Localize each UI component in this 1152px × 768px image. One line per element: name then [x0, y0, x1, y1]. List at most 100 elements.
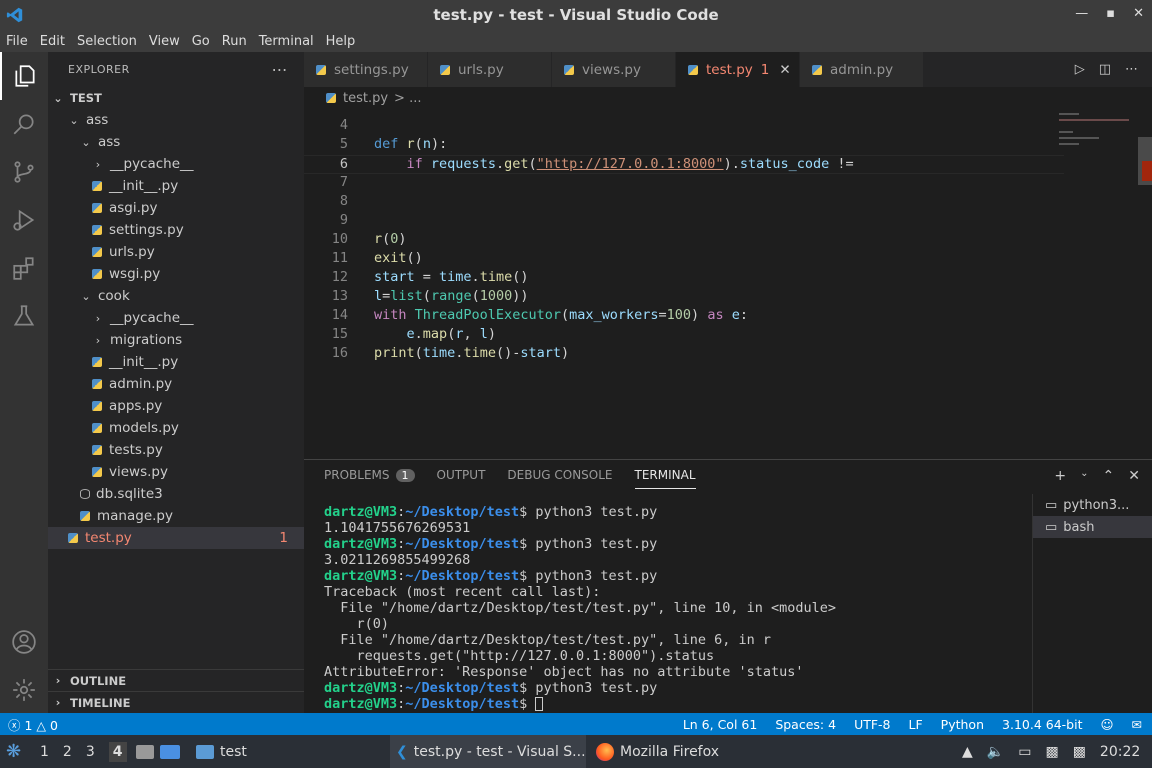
- file-manager-icon[interactable]: [136, 744, 154, 759]
- volume-icon[interactable]: 🔈: [987, 744, 1004, 760]
- problems-status[interactable]: ⓧ 1 △ 0: [8, 715, 58, 734]
- more-actions-icon[interactable]: ⋯: [272, 60, 289, 79]
- tree-item[interactable]: urls.py: [48, 241, 304, 263]
- desktop-icon[interactable]: [160, 744, 180, 759]
- tree-item[interactable]: admin.py: [48, 373, 304, 395]
- cursor-position[interactable]: Ln 6, Col 61: [683, 717, 758, 732]
- language-mode[interactable]: Python: [941, 717, 984, 732]
- terminal-item[interactable]: ▭ bash: [1033, 516, 1152, 538]
- minimap[interactable]: [1055, 109, 1140, 459]
- split-editor-icon[interactable]: ◫: [1099, 62, 1111, 77]
- tab-urls[interactable]: urls.py: [428, 52, 552, 87]
- tree-item[interactable]: asgi.py: [48, 197, 304, 219]
- menu-view[interactable]: View: [143, 34, 186, 49]
- feedback-icon[interactable]: ☺: [1100, 717, 1113, 732]
- code-line: 16 print(time.time()-start): [304, 345, 1064, 364]
- source-control-icon[interactable]: [0, 148, 48, 196]
- close-panel-icon[interactable]: ✕: [1128, 468, 1140, 484]
- tree-item[interactable]: __init__.py: [48, 175, 304, 197]
- tree-item[interactable]: ⌄ ass: [48, 109, 304, 131]
- breadcrumb-rest[interactable]: > ...: [394, 91, 421, 106]
- tab-problems[interactable]: PROBLEMS 1: [324, 468, 415, 489]
- menu-run[interactable]: Run: [216, 34, 253, 49]
- tab-terminal[interactable]: TERMINAL: [634, 468, 696, 489]
- tree-item[interactable]: manage.py: [48, 505, 304, 527]
- explorer-icon[interactable]: [0, 52, 48, 100]
- terminal-output[interactable]: dartz@VM3:~/Desktop/test$ python3 test.p…: [324, 504, 836, 712]
- tree-item[interactable]: wsgi.py: [48, 263, 304, 285]
- python-file-icon: [326, 93, 336, 103]
- new-terminal-icon[interactable]: +: [1054, 468, 1066, 484]
- tree-item[interactable]: ⌄ cook: [48, 285, 304, 307]
- encoding[interactable]: UTF-8: [854, 717, 890, 732]
- clipboard-icon[interactable]: ▭: [1018, 744, 1031, 760]
- tree-item-label: apps.py: [109, 398, 163, 414]
- tree-item[interactable]: views.py: [48, 461, 304, 483]
- clock[interactable]: 20:22: [1100, 744, 1140, 760]
- start-menu-icon[interactable]: ❋: [6, 735, 21, 768]
- tab-views[interactable]: views.py: [552, 52, 676, 87]
- system-tray: ▲ 🔈 ▭ ▩ ▩ 20:22: [962, 735, 1140, 768]
- tree-item[interactable]: › __pycache__: [48, 153, 304, 175]
- run-file-icon[interactable]: ▷: [1075, 62, 1085, 77]
- tree-item[interactable]: › __pycache__: [48, 307, 304, 329]
- tree-item[interactable]: settings.py: [48, 219, 304, 241]
- python-interpreter[interactable]: 3.10.4 64-bit: [1002, 717, 1082, 732]
- tree-item[interactable]: tests.py: [48, 439, 304, 461]
- line-ending[interactable]: LF: [909, 717, 923, 732]
- tree-item-label: __init__.py: [109, 354, 179, 370]
- tab-test[interactable]: test.py 1 ✕: [676, 52, 800, 87]
- chevron-down-icon[interactable]: ⌄: [1080, 468, 1088, 484]
- notifications-icon[interactable]: ✉: [1132, 717, 1142, 732]
- tree-item[interactable]: › migrations: [48, 329, 304, 351]
- root-folder[interactable]: ⌄ TEST: [48, 87, 304, 109]
- minimize-button[interactable]: —: [1075, 6, 1088, 21]
- menu-terminal[interactable]: Terminal: [253, 34, 320, 49]
- python-file-icon: [92, 181, 102, 191]
- tree-item[interactable]: models.py: [48, 417, 304, 439]
- menu-edit[interactable]: Edit: [34, 34, 71, 49]
- tree-item[interactable]: __init__.py: [48, 351, 304, 373]
- maximize-button[interactable]: ▪: [1106, 6, 1115, 21]
- workspace-4[interactable]: 4: [108, 741, 127, 762]
- workspace-1[interactable]: 1: [40, 744, 49, 760]
- indentation[interactable]: Spaces: 4: [775, 717, 836, 732]
- network-icon[interactable]: ▩: [1073, 744, 1086, 760]
- upload-icon[interactable]: ▲: [962, 744, 973, 760]
- extensions-icon[interactable]: [0, 244, 48, 292]
- firefox-task[interactable]: Mozilla Firefox: [596, 735, 719, 768]
- settings-gear-icon[interactable]: [0, 666, 48, 714]
- tree-item-label: wsgi.py: [109, 266, 161, 282]
- testing-icon[interactable]: [0, 292, 48, 340]
- maximize-panel-icon[interactable]: ⌃: [1103, 468, 1115, 484]
- tab-output[interactable]: OUTPUT: [437, 468, 486, 489]
- tree-item[interactable]: apps.py: [48, 395, 304, 417]
- run-debug-icon[interactable]: [0, 196, 48, 244]
- tree-item[interactable]: ⌄ ass: [48, 131, 304, 153]
- tab-admin[interactable]: admin.py: [800, 52, 924, 87]
- workspace-3[interactable]: 3: [86, 744, 95, 760]
- menu-file[interactable]: File: [0, 34, 34, 49]
- menu-selection[interactable]: Selection: [71, 34, 143, 49]
- menu-help[interactable]: Help: [320, 34, 362, 49]
- account-icon[interactable]: [0, 618, 48, 666]
- folder-task[interactable]: test: [196, 735, 247, 768]
- code-editor[interactable]: 4 5 def r(n): 6 if requests.get("http://1…: [304, 109, 1152, 459]
- close-window-button[interactable]: ✕: [1133, 6, 1144, 21]
- breadcrumb-file[interactable]: test.py: [343, 91, 388, 106]
- search-icon[interactable]: [0, 100, 48, 148]
- menu-go[interactable]: Go: [186, 34, 216, 49]
- tree-item[interactable]: db.sqlite3: [48, 483, 304, 505]
- workspace-2[interactable]: 2: [63, 744, 72, 760]
- editor-scrollbar[interactable]: [1138, 109, 1152, 459]
- display-icon[interactable]: ▩: [1045, 744, 1058, 760]
- more-actions-icon[interactable]: ⋯: [1125, 62, 1138, 77]
- tab-debug-console[interactable]: DEBUG CONSOLE: [507, 468, 612, 489]
- tab-settings[interactable]: settings.py: [304, 52, 428, 87]
- tree-item[interactable]: test.py 1: [48, 527, 304, 549]
- close-tab-icon[interactable]: ✕: [779, 62, 790, 78]
- terminal-item[interactable]: ▭ python3...: [1033, 494, 1152, 516]
- vscode-task[interactable]: ❮ test.py - test - Visual S...: [390, 735, 586, 768]
- timeline-section[interactable]: › TIMELINE: [48, 691, 304, 713]
- outline-section[interactable]: › OUTLINE: [48, 669, 304, 691]
